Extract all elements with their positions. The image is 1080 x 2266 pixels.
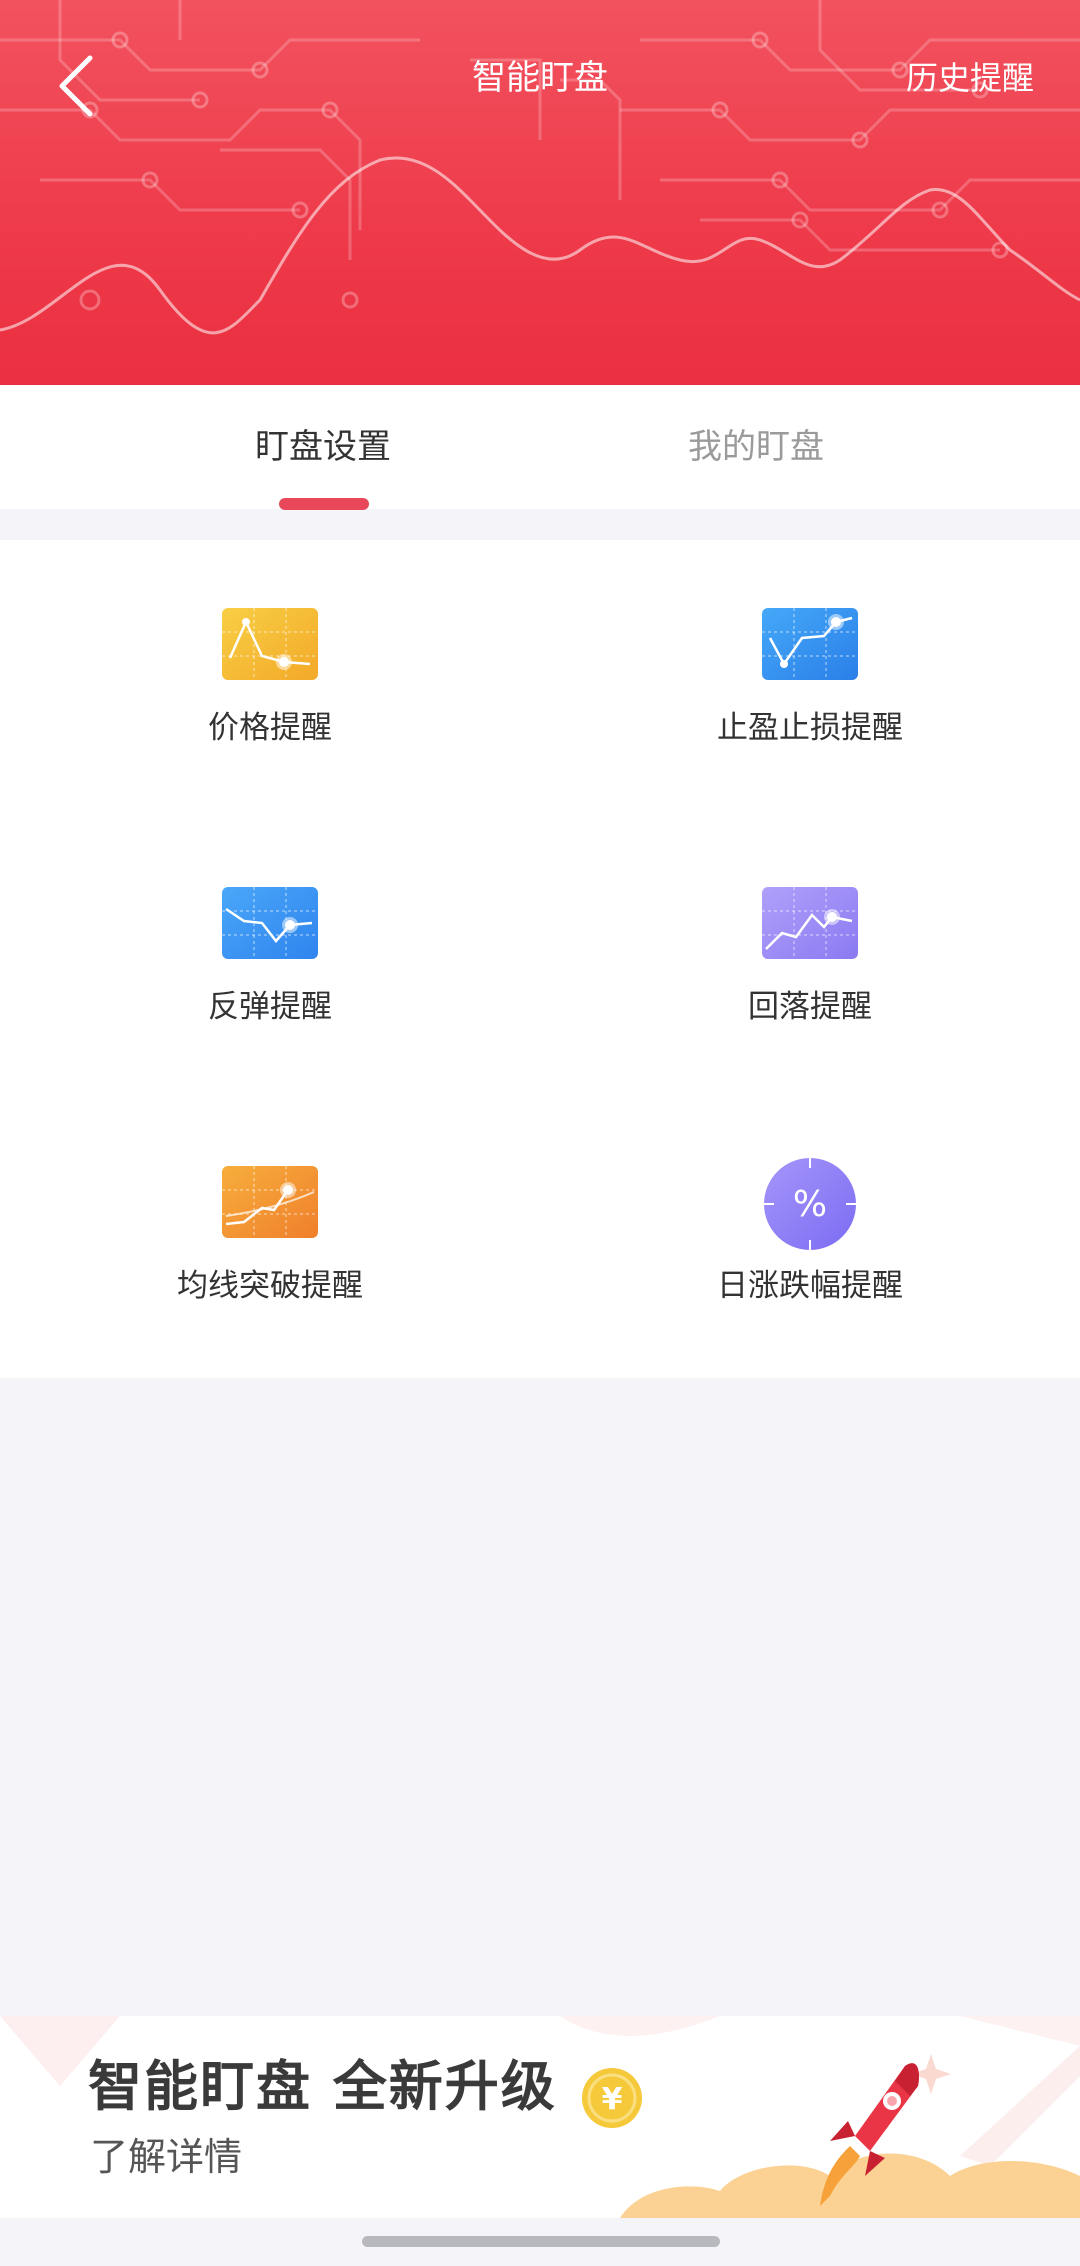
moving-average-chart-icon [222, 1166, 318, 1238]
daily-change-alert-label: 日涨跌幅提醒 [717, 1268, 903, 1304]
back-button[interactable] [40, 40, 120, 130]
price-chart-icon [222, 608, 318, 680]
rocket-icon [820, 2054, 951, 2206]
tab-my-watch[interactable]: 我的盯盘 [556, 385, 956, 509]
rebound-alert-label: 反弹提醒 [208, 989, 332, 1025]
page-title: 智能盯盘 [472, 58, 608, 98]
price-alert-button[interactable]: 价格提醒 [0, 540, 540, 819]
fallback-alert-button[interactable]: 回落提醒 [540, 819, 1080, 1098]
moving-average-alert-button[interactable]: 均线突破提醒 [0, 1098, 540, 1377]
stop-profit-loss-chart-icon [762, 608, 858, 680]
percent-icon: % [764, 1158, 856, 1250]
svg-text:%: % [793, 1184, 827, 1225]
moving-average-alert-label: 均线突破提醒 [177, 1268, 363, 1304]
header: 智能盯盘 历史提醒 [0, 0, 1080, 385]
active-tab-indicator [279, 498, 369, 510]
banner-title: 智能盯盘 全新升级 [88, 2055, 557, 2118]
fallback-chart-icon [762, 887, 858, 959]
daily-change-alert-button[interactable]: % 日涨跌幅提醒 [540, 1098, 1080, 1377]
upgrade-banner[interactable]: 智能盯盘 全新升级 ¥ 了解详情 [0, 2016, 1080, 2218]
svg-text:¥: ¥ [602, 2082, 623, 2117]
tab-bar: 盯盘设置 我的盯盘 [0, 385, 1080, 509]
feature-grid: 价格提醒 止盈止损提醒 反弹提醒 回落提醒 均线突破提醒 % 日涨跌幅提醒 [0, 540, 1080, 1378]
stop-profit-loss-alert-button[interactable]: 止盈止损提醒 [540, 540, 1080, 819]
history-alerts-button[interactable]: 历史提醒 [906, 48, 1034, 108]
banner-learn-more: 了解详情 [90, 2135, 243, 2179]
yen-coin-icon: ¥ [582, 2068, 642, 2128]
fallback-alert-label: 回落提醒 [748, 989, 872, 1025]
rebound-alert-button[interactable]: 反弹提醒 [0, 819, 540, 1098]
stop-profit-loss-alert-label: 止盈止损提醒 [717, 710, 903, 746]
price-alert-label: 价格提醒 [208, 710, 332, 746]
chevron-left-icon [59, 55, 93, 117]
rebound-chart-icon [222, 887, 318, 959]
tab-watch-settings[interactable]: 盯盘设置 [123, 385, 523, 509]
home-indicator [362, 2236, 720, 2247]
